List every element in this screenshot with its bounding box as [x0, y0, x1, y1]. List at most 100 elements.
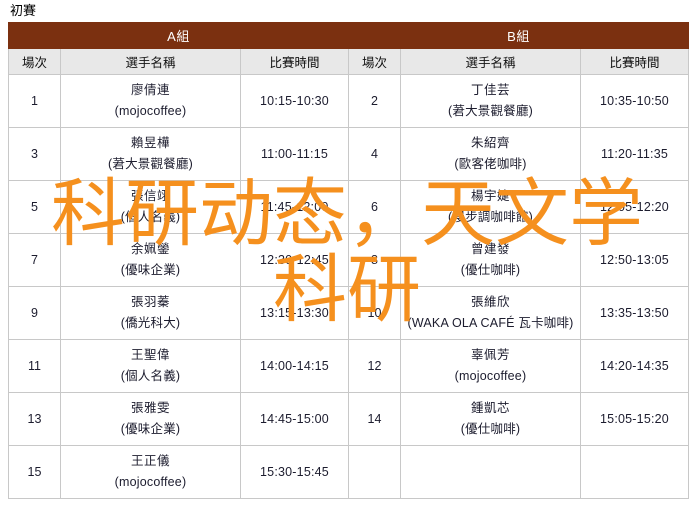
match-no-value: 4	[371, 147, 378, 161]
player-org-value: (莙大景觀餐廳)	[108, 157, 193, 171]
table-row: 13 張雅雯 (優味企業) 14:45-15:00 14 鍾凱芯 (優仕咖啡) 15:05-1…	[8, 392, 689, 446]
group-header-b: B組	[348, 22, 689, 49]
cell-match-time: 14:45-15:00	[240, 392, 349, 446]
page-root: 初賽 A組 B組 場次 選手名稱 比賽時間 場次 選手名稱 比賽時間 1 廖倩連…	[0, 0, 694, 509]
match-no-value: 13	[27, 412, 42, 426]
cell-player-name: 朱紹齊 (歐客佬咖啡)	[400, 127, 581, 181]
cell-match-time: 12:30-12:45	[240, 233, 349, 287]
col-header-a-player-name: 選手名稱	[60, 48, 241, 75]
player-org-value: (mojocoffee)	[114, 104, 187, 118]
cell-match-no: 12	[348, 339, 401, 393]
cell-match-no: 4	[348, 127, 401, 181]
player-org-value: (個人名義)	[120, 210, 181, 224]
player-name-block: 曾建發 (優仕咖啡)	[401, 234, 580, 286]
player-name-value: 王聖偉	[130, 348, 170, 362]
match-time-value: 15:30-15:45	[260, 465, 329, 479]
cell-player-name: 賴昱樺 (莙大景觀餐廳)	[60, 127, 241, 181]
player-name-value: 賴昱樺	[130, 136, 170, 150]
match-no-value: 7	[31, 253, 38, 267]
match-time-value: 11:45-12:00	[260, 200, 329, 214]
cell-match-time: 15:05-15:20	[580, 392, 689, 446]
schedule-table: A組 B組 場次 選手名稱 比賽時間 場次 選手名稱 比賽時間 1 廖倩連 (moj…	[8, 22, 689, 499]
table-row: 9 張羽蓁 (僑光科大) 13:15-13:30 10 張維欣 (WAKA OLA CAFÉ…	[8, 286, 689, 340]
player-name-block: 王正儀 (mojocoffee)	[61, 446, 240, 498]
cell-match-time: 12:05-12:20	[580, 180, 689, 234]
table-row: 7 余姵鎣 (優味企業) 12:30-12:45 8 曾建發 (優仕咖啡) 12:50-13:…	[8, 233, 689, 287]
group-header-row: A組 B組	[8, 22, 689, 49]
player-name-block: 張信翊 (個人名義)	[61, 181, 240, 233]
player-org-value: (WAKA OLA CAFÉ 瓦卡咖啡)	[407, 316, 574, 330]
col-header-a-match-no: 場次	[8, 48, 61, 75]
cell-player-name: 余姵鎣 (優味企業)	[60, 233, 241, 287]
player-name-value: 朱紹齊	[470, 136, 510, 150]
player-name-value: 辜佩芳	[470, 348, 510, 362]
player-org-value: (優仕咖啡)	[460, 422, 521, 436]
cell-match-time: 14:00-14:15	[240, 339, 349, 393]
cell-match-no: 6	[348, 180, 401, 234]
cell-player-name: 鍾凱芯 (優仕咖啡)	[400, 392, 581, 446]
player-name-value: 張羽蓁	[130, 295, 170, 309]
cell-match-no: 11	[8, 339, 61, 393]
cell-match-no: 3	[8, 127, 61, 181]
cell-match-time: 14:20-14:35	[580, 339, 689, 393]
match-time-value: 15:05-15:20	[600, 412, 669, 426]
cell-player-name: 廖倩連 (mojocoffee)	[60, 74, 241, 128]
player-name-block: 丁佳芸 (莙大景觀餐廳)	[401, 75, 580, 127]
cell-match-no: 7	[8, 233, 61, 287]
match-time-value: 12:05-12:20	[600, 200, 669, 214]
match-no-value: 2	[371, 94, 378, 108]
col-header-b-player-name: 選手名稱	[400, 48, 581, 75]
match-time-value: 14:20-14:35	[600, 359, 669, 373]
player-name-value: 王正儀	[130, 454, 170, 468]
player-org-value: (優味企業)	[120, 263, 181, 277]
match-time-value: 12:30-12:45	[260, 253, 329, 267]
player-name-block: 廖倩連 (mojocoffee)	[61, 75, 240, 127]
table-head: A組 B組 場次 選手名稱 比賽時間 場次 選手名稱 比賽時間	[8, 22, 689, 75]
table-row: 11 王聖偉 (個人名義) 14:00-14:15 12 辜佩芳 (mojocoffee) 1…	[8, 339, 689, 393]
cell-player-name: 張維欣 (WAKA OLA CAFÉ 瓦卡咖啡)	[400, 286, 581, 340]
player-org-value: (僑光科大)	[120, 316, 181, 330]
player-name-block: 余姵鎣 (優味企業)	[61, 234, 240, 286]
cell-match-no: 10	[348, 286, 401, 340]
player-org-value: (慢步調咖啡館)	[448, 210, 533, 224]
player-name-block: 朱紹齊 (歐客佬咖啡)	[401, 128, 580, 180]
cell-player-name: 王正儀 (mojocoffee)	[60, 445, 241, 499]
player-org-value: (mojocoffee)	[454, 369, 527, 383]
player-org-value: (優仕咖啡)	[460, 263, 521, 277]
cell-match-time: 15:30-15:45	[240, 445, 349, 499]
match-time-value: 11:20-11:35	[600, 147, 669, 161]
match-no-value: 8	[371, 253, 378, 267]
cell-player-name	[400, 445, 581, 499]
player-name-block: 張維欣 (WAKA OLA CAFÉ 瓦卡咖啡)	[401, 287, 580, 339]
cell-match-no: 9	[8, 286, 61, 340]
cell-player-name: 辜佩芳 (mojocoffee)	[400, 339, 581, 393]
player-name-value: 廖倩連	[130, 83, 170, 97]
match-no-value: 10	[367, 306, 382, 320]
player-name-block: 張雅雯 (優味企業)	[61, 393, 240, 445]
match-time-value: 13:15-13:30	[260, 306, 329, 320]
cell-match-time: 13:35-13:50	[580, 286, 689, 340]
match-time-value: 13:35-13:50	[600, 306, 669, 320]
table-row: 3 賴昱樺 (莙大景觀餐廳) 11:00-11:15 4 朱紹齊 (歐客佬咖啡) 11:20-…	[8, 127, 689, 181]
cell-match-time: 12:50-13:05	[580, 233, 689, 287]
cell-player-name: 楊宇婕 (慢步調咖啡館)	[400, 180, 581, 234]
match-no-value: 15	[27, 465, 42, 479]
player-name-block: 賴昱樺 (莙大景觀餐廳)	[61, 128, 240, 180]
col-header-b-match-time: 比賽時間	[580, 48, 689, 75]
player-name-block	[401, 446, 580, 498]
player-name-value: 張維欣	[470, 295, 510, 309]
cell-player-name: 王聖偉 (個人名義)	[60, 339, 241, 393]
cell-match-time: 10:35-10:50	[580, 74, 689, 128]
match-no-value: 11	[28, 359, 41, 373]
cell-player-name: 張信翊 (個人名義)	[60, 180, 241, 234]
match-time-value: 10:35-10:50	[600, 94, 669, 108]
col-header-a-match-time: 比賽時間	[240, 48, 349, 75]
match-no-value: 3	[31, 147, 38, 161]
cell-match-time: 11:45-12:00	[240, 180, 349, 234]
player-name-block: 辜佩芳 (mojocoffee)	[401, 340, 580, 392]
cell-match-time: 11:00-11:15	[240, 127, 349, 181]
cell-match-time: 10:15-10:30	[240, 74, 349, 128]
player-name-value: 曾建發	[470, 242, 510, 256]
cell-player-name: 丁佳芸 (莙大景觀餐廳)	[400, 74, 581, 128]
match-no-value: 1	[31, 94, 38, 108]
